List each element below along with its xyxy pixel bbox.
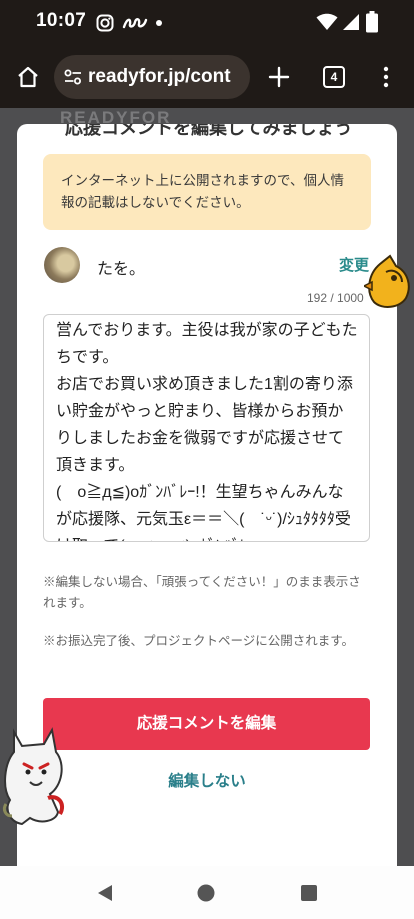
status-bar: 10:07 [0,0,414,44]
signal-icon [343,14,359,30]
modal-title: 応援コメントを編集してみましょう [65,124,353,138]
wifi-icon [316,13,338,30]
battery-icon [366,11,378,33]
note-default-message: ※編集しない場合、「頑張ってください！」のまま表示されます。 [43,575,361,610]
skip-edit-button[interactable]: 編集しない [17,769,397,791]
home-nav-icon[interactable] [196,883,216,903]
bird-sticker-icon [364,254,410,308]
character-counter: 192 / 1000 [307,291,364,305]
recents-icon[interactable] [300,884,318,902]
comment-textarea[interactable]: 営んでおります。主役は我が家の子どもたちです。 お店でお買い求め頂きました1割の… [43,314,370,542]
system-navigation-bar [0,866,414,919]
white-dog-sticker-icon [2,727,65,826]
user-name: たを。 [97,261,146,278]
browser-toolbar: readyfor.jp/cont 4 [0,44,414,108]
privacy-notice: インターネット上に公開されますので、個人情報の記載はしないでください。 [43,154,371,230]
note-publish-timing: ※お振込完了後、プロジェクトページに公開されます。 [43,634,355,648]
tab-switcher-button[interactable]: 4 [323,66,345,88]
edit-comment-button[interactable]: 応援コメントを編集 [43,698,370,750]
app-icon [122,18,148,29]
url-text: readyfor.jp/cont [88,66,231,87]
site-settings-icon[interactable] [64,69,82,85]
avatar [44,247,80,283]
tab-count: 4 [330,70,338,84]
more-menu-icon[interactable] [382,66,390,88]
dot-icon [156,20,162,26]
new-tab-icon[interactable] [268,66,290,88]
home-icon[interactable] [16,66,40,88]
clock: 10:07 [36,10,87,31]
address-bar[interactable]: readyfor.jp/cont [54,55,250,99]
back-icon[interactable] [94,883,114,903]
instagram-icon [96,14,114,32]
comment-edit-modal: 応援コメントを編集してみましょう インターネット上に公開されますので、個人情報の… [17,124,397,866]
